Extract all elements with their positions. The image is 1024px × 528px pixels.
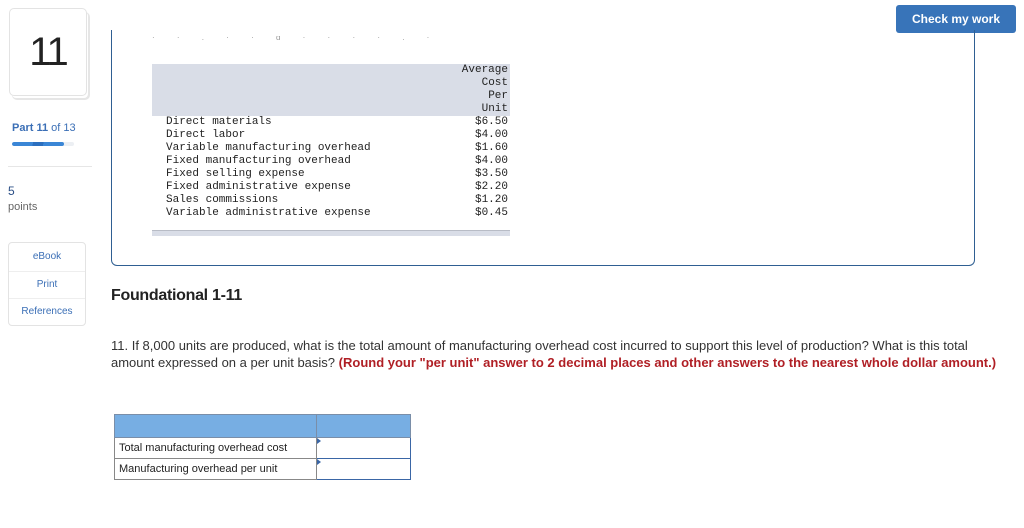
cost-row: Variable administrative expense $0.45 bbox=[152, 207, 510, 220]
question-title: Foundational 1-11 bbox=[111, 287, 242, 304]
print-link[interactable]: Print bbox=[9, 271, 85, 298]
part-total: of 13 bbox=[51, 122, 76, 134]
question-number: 11 bbox=[29, 29, 69, 74]
cost-item: Fixed manufacturing overhead bbox=[166, 155, 351, 167]
cost-row: Direct materials $6.50 bbox=[152, 116, 510, 129]
part-indicator: Part 11 of 13 bbox=[12, 122, 76, 134]
overhead-per-unit-input[interactable] bbox=[317, 459, 410, 479]
cost-item: Direct labor bbox=[166, 129, 246, 141]
rounding-hint: (Round your "per unit" answer to 2 decim… bbox=[338, 355, 997, 370]
header-line: Cost bbox=[481, 77, 508, 89]
question-number-card: 11 bbox=[9, 8, 87, 96]
cost-row: Fixed manufacturing overhead $4.00 bbox=[152, 155, 510, 168]
cost-item: Fixed selling expense bbox=[166, 168, 305, 180]
cost-value: $1.20 bbox=[474, 194, 508, 206]
cost-value: $6.50 bbox=[474, 116, 508, 128]
header-line: Unit bbox=[481, 103, 508, 115]
cost-table-header: Average Cost Per Unit bbox=[444, 64, 510, 116]
cost-item: Direct materials bbox=[166, 116, 272, 128]
answer-label: Manufacturing overhead per unit bbox=[114, 458, 317, 480]
header-line: Per bbox=[488, 90, 508, 102]
divider bbox=[8, 166, 92, 167]
points-value: 5 bbox=[8, 184, 15, 198]
cost-row: Variable manufacturing overhead $1.60 bbox=[152, 142, 510, 155]
cost-table: Average Cost Per Unit Direct materials $6… bbox=[152, 64, 510, 220]
answer-cell bbox=[316, 437, 411, 459]
problem-info-panel: · · , · · g · · · · , · · · · · · · · · … bbox=[111, 30, 975, 266]
tools-menu: eBook Print References bbox=[8, 242, 86, 326]
answer-header-label bbox=[114, 414, 317, 438]
cost-value: $0.45 bbox=[474, 207, 508, 219]
check-my-work-button[interactable]: Check my work bbox=[896, 5, 1016, 33]
cost-item: Sales commissions bbox=[166, 194, 279, 206]
cost-item: Fixed administrative expense bbox=[166, 181, 351, 193]
input-marker-icon bbox=[317, 459, 321, 465]
cost-item: Variable administrative expense bbox=[166, 207, 371, 219]
input-marker-icon bbox=[317, 438, 321, 444]
clipped-text-line: · · , · · g · · · · , · · · · · · · · · bbox=[152, 36, 442, 40]
references-link[interactable]: References bbox=[9, 298, 85, 325]
ebook-link[interactable]: eBook bbox=[9, 243, 85, 271]
cost-row: Fixed selling expense $3.50 bbox=[152, 168, 510, 181]
answer-header-value bbox=[316, 414, 411, 438]
cost-row: Sales commissions $1.20 bbox=[152, 194, 510, 207]
part-current: 11 bbox=[36, 122, 49, 134]
cost-value: $4.00 bbox=[474, 155, 508, 167]
answer-header-row bbox=[114, 414, 411, 438]
total-overhead-input[interactable] bbox=[317, 438, 410, 458]
answer-table: Total manufacturing overhead cost Manufa… bbox=[114, 414, 411, 480]
header-line: Average bbox=[461, 64, 508, 76]
cost-value: $1.60 bbox=[474, 142, 508, 154]
points-label: points bbox=[8, 201, 38, 213]
answer-cell bbox=[316, 458, 411, 480]
progress-fill bbox=[12, 142, 65, 146]
cost-table-header-blank bbox=[152, 64, 444, 116]
cost-value: $2.20 bbox=[474, 181, 508, 193]
cost-value: $4.00 bbox=[474, 129, 508, 141]
cost-table-footer bbox=[152, 230, 510, 236]
question-text: 11. If 8,000 units are produced, what is… bbox=[111, 337, 1011, 371]
cost-row: Fixed administrative expense $2.20 bbox=[152, 181, 510, 194]
answer-row: Manufacturing overhead per unit bbox=[114, 458, 411, 480]
answer-label: Total manufacturing overhead cost bbox=[114, 437, 317, 459]
cost-item: Variable manufacturing overhead bbox=[166, 142, 371, 154]
progress-bar bbox=[12, 142, 74, 146]
cost-table-header-row: Average Cost Per Unit bbox=[152, 64, 510, 116]
answer-row: Total manufacturing overhead cost bbox=[114, 437, 411, 459]
cost-row: Direct labor $4.00 bbox=[152, 129, 510, 142]
cost-value: $3.50 bbox=[474, 168, 508, 180]
part-prefix: Part bbox=[12, 122, 34, 134]
